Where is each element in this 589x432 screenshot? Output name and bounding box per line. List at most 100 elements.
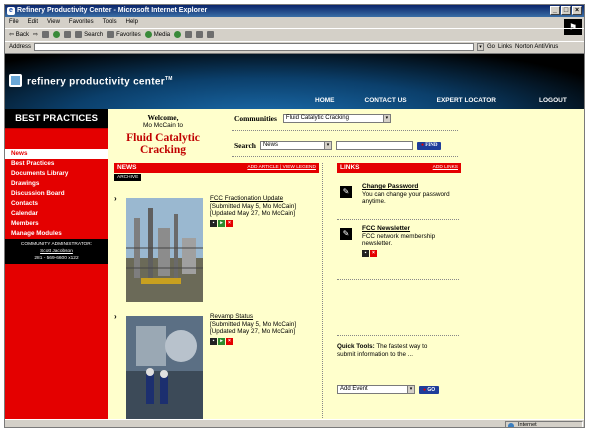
sidebar-item-documents-library[interactable]: Documents Library xyxy=(5,169,108,179)
view-icon[interactable]: ▪ xyxy=(210,219,217,227)
address-dropdown[interactable]: ▾ xyxy=(477,43,485,51)
quick-tools-select[interactable]: Add Event ▾ xyxy=(337,385,415,394)
address-input[interactable] xyxy=(34,43,475,51)
search-scope-select[interactable]: News ▾ xyxy=(259,141,332,150)
sidebar-item-calendar[interactable]: Calendar xyxy=(5,209,108,219)
news-title: NEWS xyxy=(117,164,137,171)
print-button[interactable] xyxy=(196,29,204,40)
forward-button[interactable]: ⇨ xyxy=(33,29,38,40)
sidebar: BEST PRACTICES News Best Practices Docum… xyxy=(5,109,108,419)
edit-button[interactable] xyxy=(207,29,215,40)
window-controls: _ □ × xyxy=(550,6,582,15)
link-description: You can change your password anytime. xyxy=(362,190,450,206)
refresh-button[interactable] xyxy=(53,29,61,40)
links-button[interactable]: Links xyxy=(498,44,512,50)
refinery-photo[interactable] xyxy=(126,198,203,302)
delete-icon[interactable]: × xyxy=(370,249,377,257)
zone-label: Internet xyxy=(518,422,537,428)
sidebar-item-best-practices[interactable]: Best Practices xyxy=(5,159,108,169)
nav-expert-locator[interactable]: EXPERT LOCATOR xyxy=(437,97,496,104)
news-text: FCC Fractionation Update [Submitted May … xyxy=(210,195,320,227)
news-actions-link[interactable]: ADD ARTICLE | VIEW LEGEND xyxy=(247,163,316,173)
nav-home[interactable]: HOME xyxy=(315,97,335,104)
home-button[interactable] xyxy=(64,29,72,40)
news-submitted: [Submitted May 5, Mo McCain] xyxy=(210,202,297,210)
media-button[interactable]: Media xyxy=(144,29,170,40)
communities-select[interactable]: Fluid Catalytic Cracking ▾ xyxy=(282,114,391,123)
admin-name-link[interactable]: Scott Jacobson xyxy=(7,248,106,255)
news-item: › FCC Fractionation Update [Submitted Ma… xyxy=(114,194,319,306)
communities-row: Communities Fluid Catalytic Cracking ▾ xyxy=(234,114,391,123)
divider xyxy=(337,219,459,220)
sidebar-title: BEST PRACTICES xyxy=(5,109,108,129)
stop-button[interactable] xyxy=(42,29,50,40)
window-title: Refinery Productivity Center - Microsoft… xyxy=(17,7,208,14)
edit-icon[interactable]: ▸ xyxy=(218,337,225,345)
edit-icon[interactable]: ▸ xyxy=(218,219,225,227)
norton-antivirus-button[interactable]: Norton AntiVirus xyxy=(515,44,558,50)
address-label: Address xyxy=(9,44,32,50)
maximize-button[interactable]: □ xyxy=(561,6,571,15)
page-viewport: refinery productivity centerTM HOME CONT… xyxy=(5,53,584,419)
divider xyxy=(232,156,458,157)
refresh-icon xyxy=(53,31,61,38)
sidebar-item-contacts[interactable]: Contacts xyxy=(5,199,108,209)
add-links-link[interactable]: ADD LINKS xyxy=(433,163,458,173)
go-button[interactable]: Go xyxy=(487,44,495,50)
favorites-label: Favorites xyxy=(116,31,141,38)
news-header: NEWS ADD ARTICLE | VIEW LEGEND xyxy=(114,163,319,173)
view-icon[interactable]: ▪ xyxy=(210,337,217,345)
delete-icon[interactable]: × xyxy=(226,219,233,227)
welcome-panel: Welcome, Mo McCain to Fluid Catalytic Cr… xyxy=(108,113,218,156)
favorites-icon xyxy=(107,31,115,38)
delete-icon[interactable]: × xyxy=(226,337,233,345)
divider xyxy=(337,335,459,336)
favorites-button[interactable]: Favorites xyxy=(107,29,141,40)
sidebar-item-manage-modules[interactable]: Manage Modules xyxy=(5,229,108,239)
community-admin-box: COMMUNITY ADMINISTRATOR: Scott Jacobson … xyxy=(5,239,108,264)
view-icon[interactable]: ▪ xyxy=(362,249,369,257)
mail-button[interactable] xyxy=(185,29,193,40)
ie-logo-icon: e xyxy=(7,7,15,15)
forward-label: ⇨ xyxy=(33,31,39,38)
search-label: Search xyxy=(234,141,256,150)
main-content: Welcome, Mo McCain to Fluid Catalytic Cr… xyxy=(108,109,584,419)
change-password-link[interactable]: Change Password xyxy=(362,183,462,191)
go-button[interactable]: ● GO xyxy=(419,385,440,394)
divider xyxy=(232,130,458,131)
fcc-newsletter-link[interactable]: FCC Newsletter xyxy=(362,225,462,233)
find-label: FIND xyxy=(425,142,438,148)
history-button[interactable] xyxy=(174,29,182,40)
close-button[interactable]: × xyxy=(572,6,582,15)
menu-bar: File Edit View Favorites Tools Help xyxy=(5,17,584,27)
archive-tab[interactable]: ARCHIVE xyxy=(114,174,142,181)
community-title: Fluid Catalytic Cracking xyxy=(126,132,200,156)
back-button[interactable]: ⇦ Back xyxy=(9,29,29,40)
sidebar-item-discussion-board[interactable]: Discussion Board xyxy=(5,189,108,199)
menu-file[interactable]: File xyxy=(9,17,19,27)
logo-text: refinery productivity center xyxy=(27,76,165,88)
sidebar-item-news[interactable]: News xyxy=(5,149,108,159)
find-button[interactable]: ● FIND xyxy=(416,141,442,150)
communities-label: Communities xyxy=(234,114,277,123)
menu-edit[interactable]: Edit xyxy=(28,17,38,27)
go-label: GO xyxy=(427,386,436,393)
search-button[interactable]: Search xyxy=(75,29,103,40)
news-title-link[interactable]: Revamp Status xyxy=(210,313,320,321)
search-input[interactable] xyxy=(335,141,413,150)
link-text: Change Password You can change your pass… xyxy=(362,183,462,206)
sidebar-item-members[interactable]: Members xyxy=(5,219,108,229)
menu-tools[interactable]: Tools xyxy=(103,17,117,27)
menu-help[interactable]: Help xyxy=(126,17,138,27)
minimize-button[interactable]: _ xyxy=(550,6,560,15)
plant-workers-photo[interactable] xyxy=(126,316,203,419)
nav-logout[interactable]: LOGOUT xyxy=(539,97,567,104)
sidebar-item-drawings[interactable]: Drawings xyxy=(5,179,108,189)
menu-favorites[interactable]: Favorites xyxy=(69,17,94,27)
nav-contact-us[interactable]: CONTACT US xyxy=(365,97,407,104)
news-title-link[interactable]: FCC Fractionation Update xyxy=(210,195,320,203)
logo-mark-icon xyxy=(9,74,22,87)
site-logo[interactable]: refinery productivity centerTM xyxy=(27,76,173,87)
site-header: refinery productivity centerTM HOME CONT… xyxy=(5,54,584,109)
menu-view[interactable]: View xyxy=(47,17,60,27)
